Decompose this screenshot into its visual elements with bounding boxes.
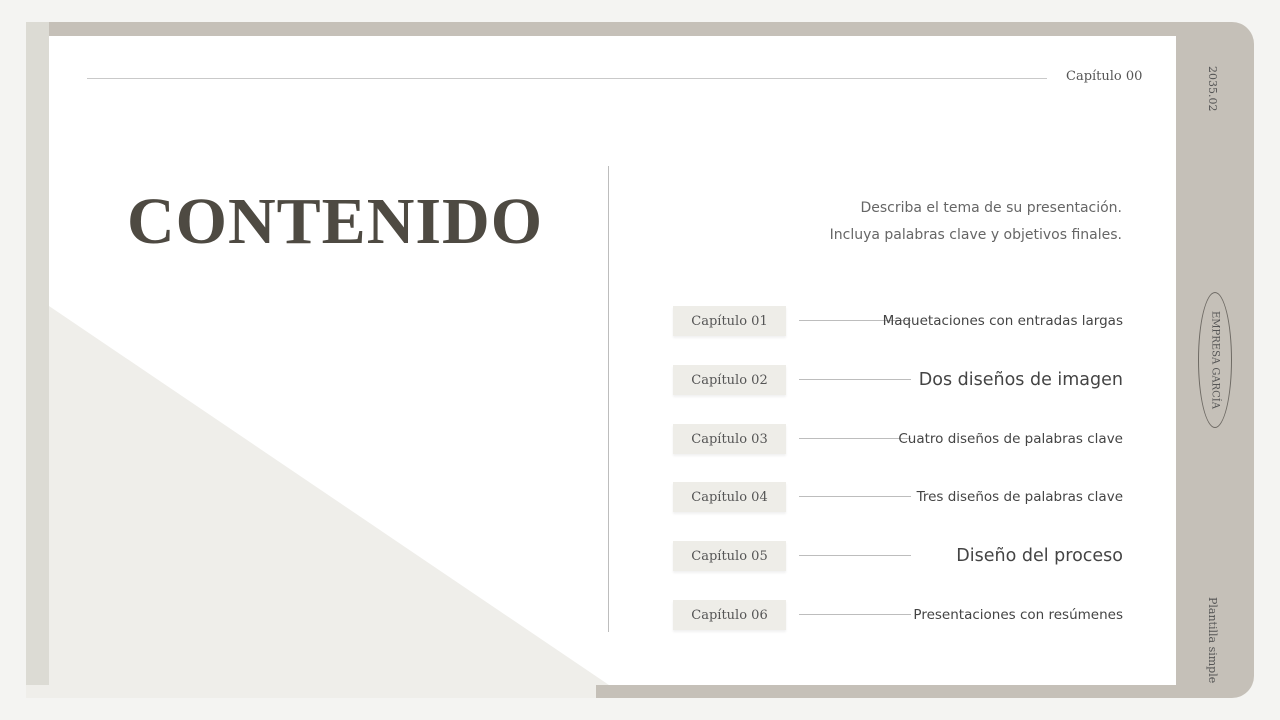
chapter-label: Tres diseños de palabras clave — [916, 489, 1123, 505]
chapter-tag: Capítulo 04 — [673, 482, 786, 512]
description: Describa el tema de su presentación. Inc… — [742, 195, 1122, 249]
company-badge: EMPRESA GARCÍA — [1198, 292, 1232, 428]
slide-page: Capítulo 00 CONTENIDO Describa el tema d… — [49, 36, 1176, 685]
chapter-label: Diseño del proceso — [956, 546, 1123, 566]
header-chapter-label: Capítulo 00 — [1066, 69, 1143, 84]
left-accent-strip — [26, 22, 49, 698]
header-divider — [87, 78, 1047, 79]
connector-line — [799, 496, 911, 497]
chapter-row-1[interactable]: Capítulo 01 Maquetaciones con entradas l… — [673, 304, 1123, 338]
chapter-label: Dos diseños de imagen — [918, 370, 1123, 390]
chapter-tag: Capítulo 05 — [673, 541, 786, 571]
chapter-row-6[interactable]: Capítulo 06 Presentaciones con resúmenes — [673, 598, 1123, 632]
chapter-tag: Capítulo 02 — [673, 365, 786, 395]
chapter-row-3[interactable]: Capítulo 03 Cuatro diseños de palabras c… — [673, 422, 1123, 456]
chapter-tag: Capítulo 01 — [673, 306, 786, 336]
connector-line — [799, 555, 911, 556]
template-label: Plantilla simple — [1206, 597, 1219, 684]
side-date: 2035.02 — [1206, 66, 1219, 112]
chapter-label: Cuatro diseños de palabras clave — [898, 431, 1123, 447]
decorative-triangle — [49, 306, 609, 685]
connector-line — [799, 614, 911, 615]
vertical-divider — [608, 166, 609, 632]
bottom-accent-fill — [26, 685, 596, 698]
company-name: EMPRESA GARCÍA — [1209, 311, 1221, 409]
chapter-tag: Capítulo 03 — [673, 424, 786, 454]
description-line-2: Incluya palabras clave y objetivos final… — [829, 227, 1122, 243]
chapter-row-2[interactable]: Capítulo 02 Dos diseños de imagen — [673, 363, 1123, 397]
page-title: CONTENIDO — [127, 185, 544, 258]
chapter-label: Presentaciones con resúmenes — [913, 607, 1123, 623]
chapter-label: Maquetaciones con entradas largas — [882, 313, 1123, 329]
chapter-row-5[interactable]: Capítulo 05 Diseño del proceso — [673, 539, 1123, 573]
chapter-tag: Capítulo 06 — [673, 600, 786, 630]
connector-line — [799, 438, 911, 439]
description-line-1: Describa el tema de su presentación. — [860, 200, 1122, 216]
connector-line — [799, 379, 911, 380]
chapter-row-4[interactable]: Capítulo 04 Tres diseños de palabras cla… — [673, 480, 1123, 514]
